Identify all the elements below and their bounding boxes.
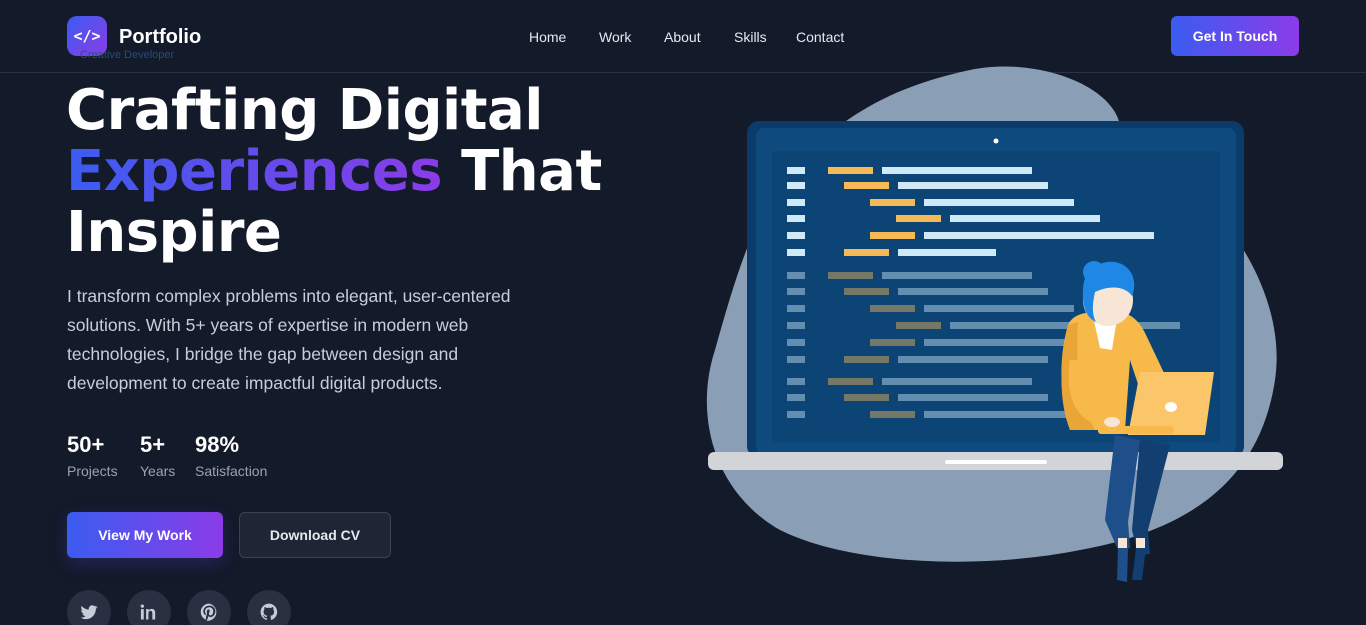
code-keyword-bar: [828, 167, 873, 174]
stat-value: 50+: [67, 432, 105, 457]
code-text-bar: [882, 167, 1032, 174]
code-gutter-mark: [787, 249, 805, 256]
code-text-bar: [898, 182, 1048, 189]
code-gutter-mark: [787, 356, 805, 363]
nav-item-skills[interactable]: Skills: [734, 29, 767, 45]
code-gutter-mark: [787, 232, 805, 239]
nav-item-about[interactable]: About: [664, 29, 701, 45]
twitter-icon[interactable]: [67, 590, 111, 625]
hero-title-line1: Crafting Digital: [66, 78, 544, 143]
code-gutter-mark: [787, 394, 805, 401]
github-icon[interactable]: [247, 590, 291, 625]
stat-label: Satisfaction: [195, 463, 268, 479]
hero-title-line2: That: [442, 139, 602, 204]
hero-title-line3: Inspire: [66, 200, 282, 265]
laptop-trackpad-slot: [945, 460, 1047, 464]
code-keyword-bar: [870, 232, 915, 239]
stat-value: 98%: [195, 432, 240, 457]
stat-years: 5+ Years: [140, 432, 175, 479]
hero-description: I transform complex problems into elegan…: [67, 286, 511, 393]
code-keyword-bar: [828, 272, 873, 279]
code-gutter-mark: [787, 339, 805, 346]
code-text-bar: [898, 288, 1048, 295]
code-text-bar: [950, 322, 1180, 329]
view-my-work-button[interactable]: View My Work: [67, 512, 223, 558]
code-gutter-mark: [787, 411, 805, 418]
code-text-bar: [924, 339, 1074, 346]
nav-item-contact[interactable]: Contact: [796, 29, 844, 45]
get-in-touch-button[interactable]: Get In Touch: [1171, 16, 1299, 56]
stat-satisfaction: 98% Satisfaction: [195, 432, 267, 479]
code-text-bar: [898, 394, 1048, 401]
code-gutter-mark: [787, 182, 805, 189]
code-keyword-bar: [870, 305, 915, 312]
code-gutter-mark: [787, 288, 805, 295]
stat-label: Years: [140, 463, 176, 479]
code-text-bar: [898, 356, 1048, 363]
nav-item-work[interactable]: Work: [599, 29, 631, 45]
code-keyword-bar: [844, 182, 889, 189]
code-text-bar: [950, 215, 1100, 222]
nav-item-home[interactable]: Home: [529, 29, 566, 45]
stat-label: Projects: [67, 463, 118, 479]
code-keyword-bar: [870, 199, 915, 206]
download-cv-button[interactable]: Download CV: [239, 512, 391, 558]
stat-projects: 50+ Projects: [67, 432, 118, 479]
stat-value: 5+: [140, 432, 166, 457]
code-text-bar: [882, 378, 1032, 385]
code-text-bar: [924, 305, 1074, 312]
code-gutter-mark: [787, 272, 805, 279]
code-keyword-bar: [896, 215, 941, 222]
code-text-bar: [924, 199, 1074, 206]
code-keyword-bar: [828, 378, 873, 385]
code-gutter-mark: [787, 378, 805, 385]
code-gutter-mark: [787, 215, 805, 222]
code-text-bar: [898, 249, 996, 256]
code-gutter-mark: [787, 167, 805, 174]
laptop-camera: [993, 138, 999, 144]
code-keyword-bar: [844, 288, 889, 295]
code-keyword-bar: [844, 249, 889, 256]
code-text-bar: [924, 411, 1074, 418]
linkedin-icon[interactable]: [127, 590, 171, 625]
code-gutter-mark: [787, 305, 805, 312]
code-text-bar: [882, 272, 1032, 279]
code-keyword-bar: [844, 356, 889, 363]
developer-illustration: [706, 66, 1283, 582]
code-gutter-mark: [787, 322, 805, 329]
brand-name[interactable]: Portfolio: [119, 26, 201, 49]
code-keyword-bar: [844, 394, 889, 401]
code-keyword-bar: [870, 339, 915, 346]
hero-title: Crafting Digital Experiences That Inspir…: [66, 80, 602, 263]
code-gutter-mark: [787, 199, 805, 206]
hero-title-highlight: Experiences: [66, 139, 443, 204]
code-text-bar: [924, 232, 1154, 239]
code-keyword-bar: [870, 411, 915, 418]
code-keyword-bar: [896, 322, 941, 329]
brand-tagline: Creative Developer: [80, 49, 175, 61]
pinterest-icon[interactable]: [187, 590, 231, 625]
